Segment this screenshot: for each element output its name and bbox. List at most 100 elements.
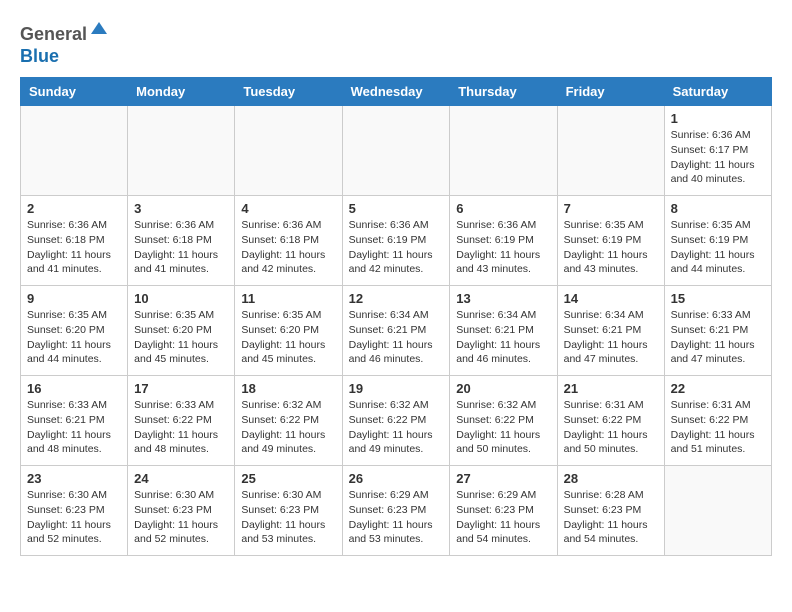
- logo-general: General: [20, 24, 87, 44]
- day-number: 19: [349, 381, 444, 396]
- day-info: Sunrise: 6:33 AM Sunset: 6:21 PM Dayligh…: [671, 308, 765, 367]
- calendar-cell: 15 Sunrise: 6:33 AM Sunset: 6:21 PM Dayli…: [664, 286, 771, 376]
- calendar-cell: 26 Sunrise: 6:29 AM Sunset: 6:23 PM Dayli…: [342, 466, 450, 556]
- day-number: 23: [27, 471, 121, 486]
- calendar-cell: 24Sunrise: 6:30 AM Sunset: 6:23 PM Dayli…: [128, 466, 235, 556]
- day-number: 17: [134, 381, 228, 396]
- calendar-cell: 16 Sunrise: 6:33 AM Sunset: 6:21 PM Dayli…: [21, 376, 128, 466]
- day-info: Sunrise: 6:30 AM Sunset: 6:23 PM Dayligh…: [27, 488, 121, 547]
- day-number: 10: [134, 291, 228, 306]
- week-row-2: 2 Sunrise: 6:36 AM Sunset: 6:18 PM Daylig…: [21, 196, 772, 286]
- day-info: Sunrise: 6:34 AM Sunset: 6:21 PM Dayligh…: [349, 308, 444, 367]
- calendar-cell: 6Sunrise: 6:36 AM Sunset: 6:19 PM Daylig…: [450, 196, 557, 286]
- calendar-cell: 1 Sunrise: 6:36 AM Sunset: 6:17 PM Daylig…: [664, 106, 771, 196]
- calendar-cell: 9 Sunrise: 6:35 AM Sunset: 6:20 PM Daylig…: [21, 286, 128, 376]
- calendar-cell: 14 Sunrise: 6:34 AM Sunset: 6:21 PM Dayli…: [557, 286, 664, 376]
- day-number: 7: [564, 201, 658, 216]
- calendar-cell: 27 Sunrise: 6:29 AM Sunset: 6:23 PM Dayli…: [450, 466, 557, 556]
- day-info: Sunrise: 6:29 AM Sunset: 6:23 PM Dayligh…: [349, 488, 444, 547]
- day-info: Sunrise: 6:34 AM Sunset: 6:21 PM Dayligh…: [456, 308, 550, 367]
- day-info: Sunrise: 6:31 AM Sunset: 6:22 PM Dayligh…: [671, 398, 765, 457]
- day-number: 16: [27, 381, 121, 396]
- day-number: 5: [349, 201, 444, 216]
- weekday-header-wednesday: Wednesday: [342, 78, 450, 106]
- weekday-header-friday: Friday: [557, 78, 664, 106]
- calendar-cell: [21, 106, 128, 196]
- day-info: Sunrise: 6:32 AM Sunset: 6:22 PM Dayligh…: [241, 398, 335, 457]
- day-number: 15: [671, 291, 765, 306]
- calendar-body: 1 Sunrise: 6:36 AM Sunset: 6:17 PM Daylig…: [21, 106, 772, 556]
- weekday-header-row: SundayMondayTuesdayWednesdayThursdayFrid…: [21, 78, 772, 106]
- day-info: Sunrise: 6:36 AM Sunset: 6:19 PM Dayligh…: [456, 218, 550, 277]
- calendar-cell: 22 Sunrise: 6:31 AM Sunset: 6:22 PM Dayli…: [664, 376, 771, 466]
- week-row-1: 1 Sunrise: 6:36 AM Sunset: 6:17 PM Daylig…: [21, 106, 772, 196]
- day-info: Sunrise: 6:36 AM Sunset: 6:18 PM Dayligh…: [134, 218, 228, 277]
- calendar-table: SundayMondayTuesdayWednesdayThursdayFrid…: [20, 77, 772, 556]
- logo: General Blue: [20, 20, 109, 67]
- calendar-cell: 11 Sunrise: 6:35 AM Sunset: 6:20 PM Dayli…: [235, 286, 342, 376]
- day-number: 18: [241, 381, 335, 396]
- week-row-3: 9 Sunrise: 6:35 AM Sunset: 6:20 PM Daylig…: [21, 286, 772, 376]
- calendar-cell: 3 Sunrise: 6:36 AM Sunset: 6:18 PM Daylig…: [128, 196, 235, 286]
- calendar-cell: 4 Sunrise: 6:36 AM Sunset: 6:18 PM Daylig…: [235, 196, 342, 286]
- calendar-cell: 5 Sunrise: 6:36 AM Sunset: 6:19 PM Daylig…: [342, 196, 450, 286]
- day-info: Sunrise: 6:30 AM Sunset: 6:23 PM Dayligh…: [134, 488, 228, 547]
- day-number: 25: [241, 471, 335, 486]
- calendar-cell: 18 Sunrise: 6:32 AM Sunset: 6:22 PM Dayli…: [235, 376, 342, 466]
- day-info: Sunrise: 6:34 AM Sunset: 6:21 PM Dayligh…: [564, 308, 658, 367]
- calendar-cell: 12 Sunrise: 6:34 AM Sunset: 6:21 PM Dayli…: [342, 286, 450, 376]
- weekday-header-monday: Monday: [128, 78, 235, 106]
- calendar-cell: 8 Sunrise: 6:35 AM Sunset: 6:19 PM Daylig…: [664, 196, 771, 286]
- day-number: 21: [564, 381, 658, 396]
- day-number: 11: [241, 291, 335, 306]
- weekday-header-sunday: Sunday: [21, 78, 128, 106]
- day-number: 4: [241, 201, 335, 216]
- day-info: Sunrise: 6:35 AM Sunset: 6:19 PM Dayligh…: [671, 218, 765, 277]
- day-number: 14: [564, 291, 658, 306]
- day-number: 3: [134, 201, 228, 216]
- calendar-cell: 23 Sunrise: 6:30 AM Sunset: 6:23 PM Dayli…: [21, 466, 128, 556]
- calendar-cell: [557, 106, 664, 196]
- day-info: Sunrise: 6:35 AM Sunset: 6:20 PM Dayligh…: [27, 308, 121, 367]
- weekday-header-tuesday: Tuesday: [235, 78, 342, 106]
- day-number: 22: [671, 381, 765, 396]
- day-info: Sunrise: 6:36 AM Sunset: 6:18 PM Dayligh…: [27, 218, 121, 277]
- day-info: Sunrise: 6:31 AM Sunset: 6:22 PM Dayligh…: [564, 398, 658, 457]
- day-number: 20: [456, 381, 550, 396]
- day-info: Sunrise: 6:28 AM Sunset: 6:23 PM Dayligh…: [564, 488, 658, 547]
- calendar-cell: 21 Sunrise: 6:31 AM Sunset: 6:22 PM Dayli…: [557, 376, 664, 466]
- calendar-cell: 7 Sunrise: 6:35 AM Sunset: 6:19 PM Daylig…: [557, 196, 664, 286]
- day-number: 13: [456, 291, 550, 306]
- day-number: 8: [671, 201, 765, 216]
- day-number: 1: [671, 111, 765, 126]
- calendar-cell: [235, 106, 342, 196]
- calendar-cell: 19Sunrise: 6:32 AM Sunset: 6:22 PM Dayli…: [342, 376, 450, 466]
- day-info: Sunrise: 6:33 AM Sunset: 6:21 PM Dayligh…: [27, 398, 121, 457]
- day-info: Sunrise: 6:33 AM Sunset: 6:22 PM Dayligh…: [134, 398, 228, 457]
- day-info: Sunrise: 6:36 AM Sunset: 6:19 PM Dayligh…: [349, 218, 444, 277]
- day-info: Sunrise: 6:36 AM Sunset: 6:17 PM Dayligh…: [671, 128, 765, 187]
- calendar-cell: 17 Sunrise: 6:33 AM Sunset: 6:22 PM Dayli…: [128, 376, 235, 466]
- calendar-cell: [342, 106, 450, 196]
- calendar-cell: 20 Sunrise: 6:32 AM Sunset: 6:22 PM Dayli…: [450, 376, 557, 466]
- day-info: Sunrise: 6:36 AM Sunset: 6:18 PM Dayligh…: [241, 218, 335, 277]
- calendar-cell: [128, 106, 235, 196]
- day-info: Sunrise: 6:35 AM Sunset: 6:19 PM Dayligh…: [564, 218, 658, 277]
- day-number: 26: [349, 471, 444, 486]
- logo-blue: Blue: [20, 46, 59, 66]
- day-number: 9: [27, 291, 121, 306]
- calendar-cell: [664, 466, 771, 556]
- day-number: 28: [564, 471, 658, 486]
- logo-icon: [89, 20, 109, 40]
- weekday-header-thursday: Thursday: [450, 78, 557, 106]
- day-info: Sunrise: 6:32 AM Sunset: 6:22 PM Dayligh…: [456, 398, 550, 457]
- calendar-cell: 28 Sunrise: 6:28 AM Sunset: 6:23 PM Dayli…: [557, 466, 664, 556]
- day-number: 12: [349, 291, 444, 306]
- page-header: General Blue: [20, 20, 772, 67]
- day-info: Sunrise: 6:35 AM Sunset: 6:20 PM Dayligh…: [241, 308, 335, 367]
- day-info: Sunrise: 6:29 AM Sunset: 6:23 PM Dayligh…: [456, 488, 550, 547]
- day-number: 2: [27, 201, 121, 216]
- day-number: 27: [456, 471, 550, 486]
- week-row-4: 16 Sunrise: 6:33 AM Sunset: 6:21 PM Dayli…: [21, 376, 772, 466]
- day-info: Sunrise: 6:35 AM Sunset: 6:20 PM Dayligh…: [134, 308, 228, 367]
